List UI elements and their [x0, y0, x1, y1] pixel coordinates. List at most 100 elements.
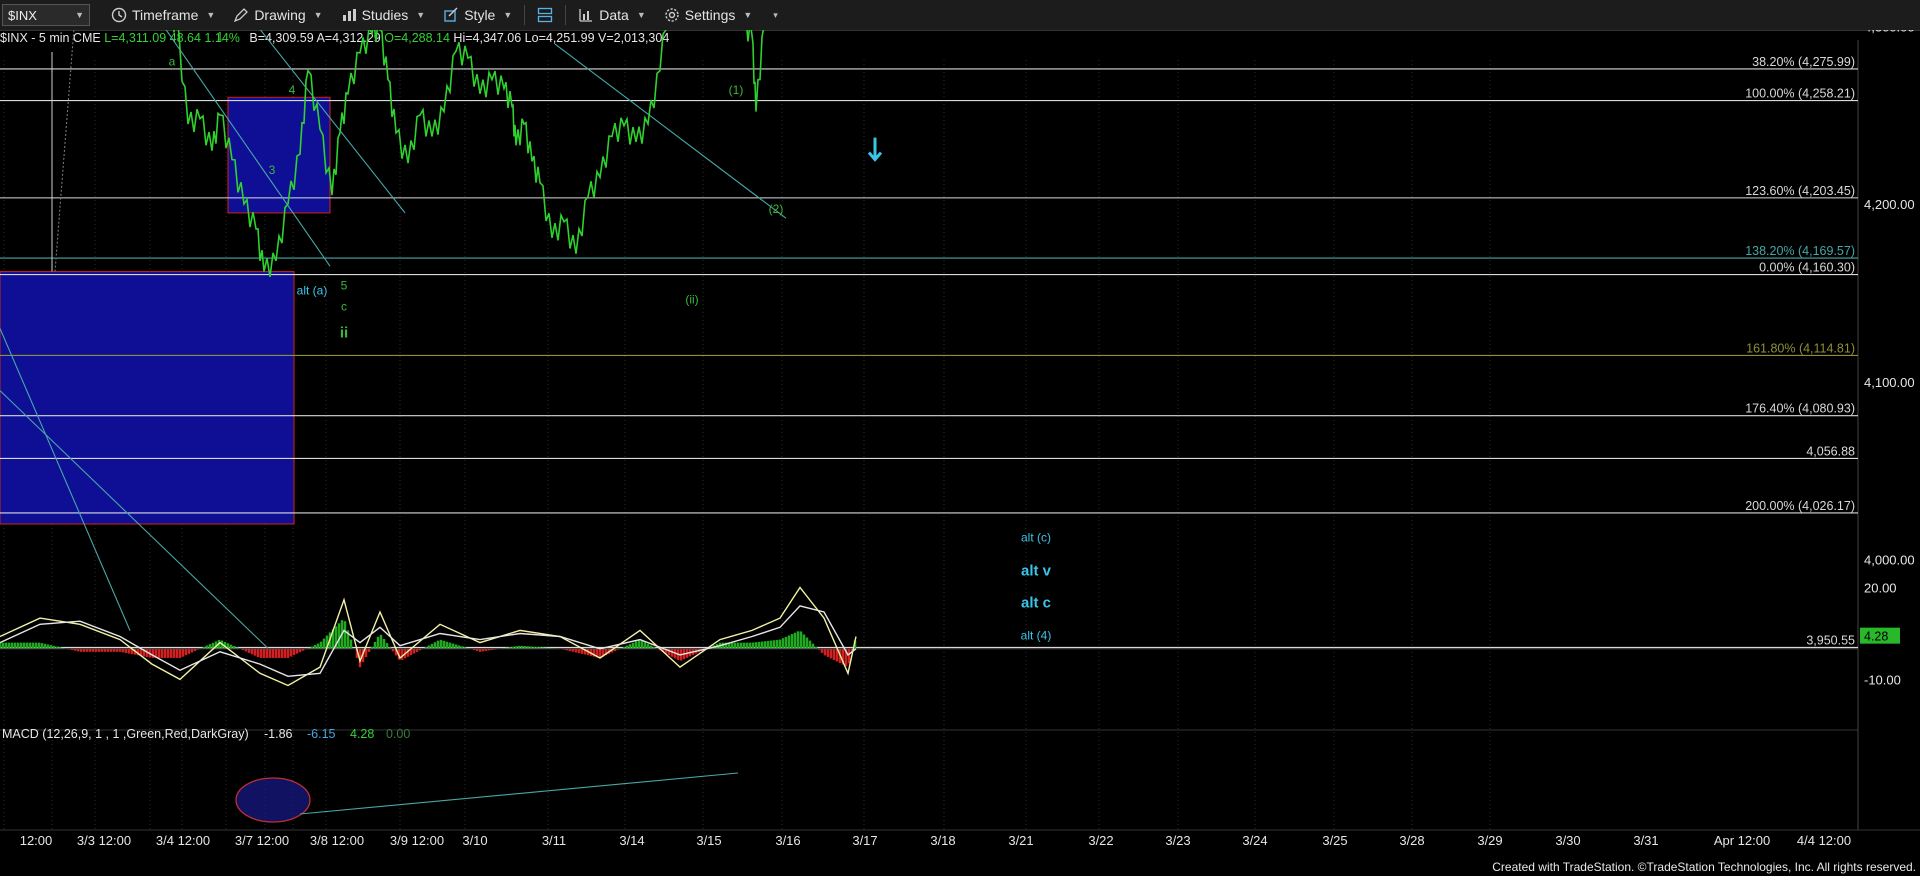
- wave-label: alt c: [1021, 594, 1051, 611]
- x-tick-label: 3/18: [930, 833, 955, 848]
- x-tick-label: 3/17: [852, 833, 877, 848]
- macd-value: -6.15: [307, 727, 336, 741]
- copyright-footer: Created with TradeStation. ©TradeStation…: [1492, 860, 1916, 874]
- drawing-menu[interactable]: Drawing ▼: [224, 1, 331, 29]
- chevron-down-icon: ▼: [743, 10, 753, 20]
- x-tick-label: 3/10: [462, 833, 487, 848]
- trend-line: [54, 30, 75, 272]
- wave-label: 4: [289, 83, 296, 97]
- x-tick-label: 3/22: [1088, 833, 1113, 848]
- macd-title: MACD (12,26,9, 1 , 1 ,Green,Red,DarkGray…: [2, 727, 249, 741]
- wave-label: ii: [340, 324, 348, 341]
- x-tick-label: 3/11: [542, 833, 566, 848]
- timeframe-menu[interactable]: Timeframe ▼: [102, 1, 224, 29]
- x-tick-label: 3/4 12:00: [156, 833, 210, 848]
- macd-value: 4.28: [350, 727, 374, 741]
- x-tick-label: 3/21: [1008, 833, 1033, 848]
- x-tick-label: 3/23: [1165, 833, 1190, 848]
- gear-icon: [665, 8, 679, 22]
- chevron-down-icon: ▼: [503, 10, 513, 20]
- wave-label: 5: [341, 278, 348, 292]
- settings-menu[interactable]: Settings ▼: [655, 1, 762, 29]
- style-menu[interactable]: Style ▼: [434, 1, 521, 29]
- symbol-value: $INX: [8, 7, 37, 23]
- wave-label: 3: [269, 163, 276, 177]
- timeframe-label: Timeframe: [132, 7, 199, 23]
- studies-icon: [342, 9, 356, 21]
- layout-icon: [538, 7, 553, 23]
- wave-label: c: [341, 300, 347, 314]
- style-icon: [444, 7, 458, 22]
- wave-label: (2): [769, 202, 784, 216]
- settings-label: Settings: [684, 7, 736, 23]
- fib-label: 138.20% (4,169.57): [1745, 244, 1855, 258]
- fib-label: 3,950.55: [1806, 633, 1855, 647]
- x-tick-label: 3/7 12:00: [235, 833, 289, 848]
- y-tick-label: 4,300.00: [1864, 30, 1915, 34]
- toolbar-divider: [565, 5, 567, 25]
- x-tick-label: 3/15: [696, 833, 721, 848]
- chevron-down-icon: ▼: [416, 10, 426, 20]
- x-tick-label: 3/16: [775, 833, 800, 848]
- fib-label: 0.00% (4,160.30): [1759, 261, 1855, 275]
- macd-value-tag-label: 4.28: [1864, 630, 1888, 644]
- x-tick-label: Apr 12:00: [1714, 833, 1770, 848]
- studies-label: Studies: [361, 7, 409, 23]
- pencil-icon: [234, 8, 249, 23]
- fib-label: 4,056.88: [1806, 444, 1855, 458]
- x-tick-label: 3/3 12:00: [77, 833, 131, 848]
- toolbar-divider: [524, 5, 526, 25]
- toolbar: $INX ▼ Timeframe ▼ Drawing ▼ Studies ▼ Styl…: [0, 0, 1920, 31]
- wave-label: alt (a): [297, 284, 328, 298]
- layout-button[interactable]: [528, 1, 562, 29]
- fib-label: 123.60% (4,203.45): [1745, 184, 1855, 198]
- fib-label: 200.00% (4,026.17): [1745, 499, 1855, 513]
- wave-label: alt (4): [1021, 628, 1052, 642]
- wave-label: 1: [217, 30, 224, 43]
- y-tick-label: 4,000.00: [1864, 553, 1915, 568]
- wave-label: alt v: [1021, 562, 1052, 579]
- fib-label: 38.20% (4,275.99): [1752, 55, 1855, 69]
- chevron-down-icon: ▼: [313, 10, 323, 20]
- macd-y-tick-label: -10.00: [1864, 672, 1901, 687]
- fib-label: 161.80% (4,114.81): [1746, 341, 1855, 355]
- fib-label: 100.00% (4,258.21): [1745, 87, 1855, 101]
- price-line: [173, 30, 765, 278]
- wave-label: a: [169, 54, 176, 68]
- drawing-label: Drawing: [254, 7, 306, 23]
- data-label: Data: [599, 7, 629, 23]
- wave-label: alt (c): [1021, 531, 1051, 545]
- x-tick-label: 3/28: [1399, 833, 1424, 848]
- divergence-trend-line: [299, 772, 739, 815]
- symbol-selector[interactable]: $INX ▼: [2, 4, 90, 26]
- alt-a-box: [0, 270, 295, 525]
- x-tick-label: 3/24: [1242, 833, 1267, 848]
- more-menu[interactable]: ▾: [761, 1, 787, 29]
- wave-label: (ii): [685, 293, 698, 307]
- price-chart[interactable]: 176.40% (4,694.54)161.80% (4,650.32)100.…: [0, 30, 1920, 876]
- style-label: Style: [464, 7, 496, 23]
- x-tick-label: 3/25: [1322, 833, 1347, 848]
- x-tick-label: 3/8 12:00: [310, 833, 364, 848]
- x-tick-label: 3/9 12:00: [390, 833, 444, 848]
- macd-y-tick-label: 20.00: [1864, 581, 1897, 596]
- x-tick-label: 3/30: [1555, 833, 1580, 848]
- clock-icon: [111, 7, 127, 23]
- wave-label: (1): [729, 83, 744, 97]
- x-tick-label: 3/29: [1477, 833, 1502, 848]
- y-tick-label: 4,100.00: [1864, 375, 1915, 390]
- down-arrow-icon: [867, 137, 883, 162]
- y-tick-label: 4,200.00: [1864, 197, 1915, 212]
- macd-value: -1.86: [264, 727, 293, 741]
- x-tick-label: 4/4 12:00: [1797, 833, 1851, 848]
- data-icon: [579, 9, 593, 22]
- fib-label: 176.40% (4,080.93): [1745, 402, 1855, 416]
- data-menu[interactable]: Data ▼: [569, 1, 655, 29]
- dropdown-arrow-icon: ▼: [75, 10, 84, 20]
- macd-signal-line: [0, 605, 857, 678]
- chevron-down-icon: ▼: [636, 10, 646, 20]
- macd-value: 0.00: [386, 727, 410, 741]
- x-tick-label: 3/14: [619, 833, 644, 848]
- x-tick-label: 12:00: [20, 833, 53, 848]
- studies-menu[interactable]: Studies ▼: [332, 1, 435, 29]
